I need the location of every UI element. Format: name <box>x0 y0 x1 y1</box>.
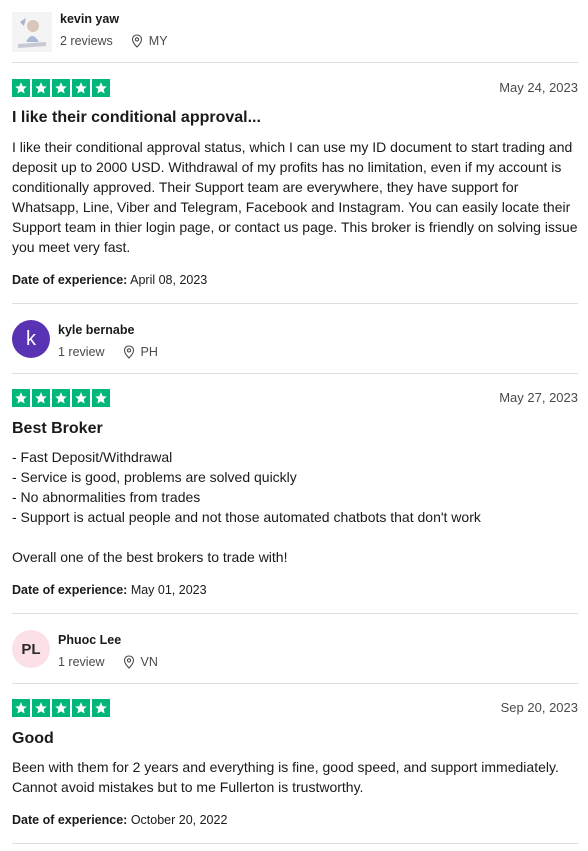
date-of-experience: Date of experience: May 01, 2023 <box>12 583 207 597</box>
reviewer-name[interactable]: kevin yaw <box>60 12 168 26</box>
location-pin-icon <box>123 655 134 669</box>
date-of-experience: Date of experience: April 08, 2023 <box>12 273 207 287</box>
reviewer-meta: 2 reviews MY <box>60 34 168 48</box>
date-of-experience: Date of experience: October 20, 2022 <box>12 813 227 827</box>
star-icon <box>92 389 110 407</box>
review-body: - Fast Deposit/Withdrawal - Service is g… <box>12 449 481 565</box>
experience-label: Date of experience: <box>12 273 128 287</box>
reviewer-info[interactable]: kevin yaw 2 reviews MY <box>12 12 168 52</box>
review-title[interactable]: Best Broker <box>12 420 103 438</box>
star-rating <box>12 389 110 407</box>
reviewer-name[interactable]: Phuoc Lee <box>58 633 158 647</box>
star-icon <box>12 389 30 407</box>
reviewer-country: PH <box>140 345 158 359</box>
experience-date: May 01, 2023 <box>130 583 207 597</box>
star-icon <box>92 699 110 717</box>
star-icon <box>72 699 90 717</box>
divider <box>12 683 578 684</box>
reviewer-meta: 1 review PH <box>58 345 158 359</box>
star-icon <box>52 389 70 407</box>
review-title[interactable]: I like their conditional approval... <box>12 109 261 127</box>
divider <box>12 613 578 614</box>
star-icon <box>52 699 70 717</box>
review-count: 2 reviews <box>60 34 113 48</box>
star-icon <box>92 79 110 97</box>
reviewer-country: MY <box>148 34 168 48</box>
review-title[interactable]: Good <box>12 730 54 748</box>
review-count: 1 review <box>58 655 105 669</box>
star-icon <box>12 699 30 717</box>
reviewer-name[interactable]: kyle bernabe <box>58 323 158 337</box>
review-body: I like their conditional approval status… <box>12 139 578 255</box>
star-icon <box>32 699 50 717</box>
divider <box>12 62 578 63</box>
experience-label: Date of experience: <box>12 813 128 827</box>
divider <box>12 303 578 304</box>
experience-date: October 20, 2022 <box>130 813 228 827</box>
reviewer-meta: 1 review VN <box>58 655 158 669</box>
star-icon <box>72 389 90 407</box>
star-icon <box>52 79 70 97</box>
avatar[interactable]: k <box>12 320 50 358</box>
star-icon <box>72 79 90 97</box>
star-rating <box>12 79 110 97</box>
review-date: May 27, 2023 <box>499 390 578 405</box>
star-icon <box>32 79 50 97</box>
divider <box>12 843 578 844</box>
reviewer-country: VN <box>140 655 158 669</box>
reviewer-info[interactable]: PL Phuoc Lee 1 review VN <box>12 630 158 670</box>
star-icon <box>32 389 50 407</box>
avatar[interactable]: PL <box>12 630 50 668</box>
star-icon <box>12 79 30 97</box>
review-body: Been with them for 2 years and everythin… <box>12 759 559 795</box>
review-date: May 24, 2023 <box>499 80 578 95</box>
experience-date: April 08, 2023 <box>130 273 208 287</box>
reviewer-info[interactable]: k kyle bernabe 1 review PH <box>12 320 158 360</box>
location-pin-icon <box>131 34 142 48</box>
review-date: Sep 20, 2023 <box>500 700 578 715</box>
divider <box>12 373 578 374</box>
experience-label: Date of experience: <box>12 583 128 597</box>
avatar-photo-icon <box>12 12 52 52</box>
star-rating <box>12 699 110 717</box>
location-pin-icon <box>123 345 134 359</box>
review-count: 1 review <box>58 345 105 359</box>
avatar[interactable] <box>12 12 52 52</box>
